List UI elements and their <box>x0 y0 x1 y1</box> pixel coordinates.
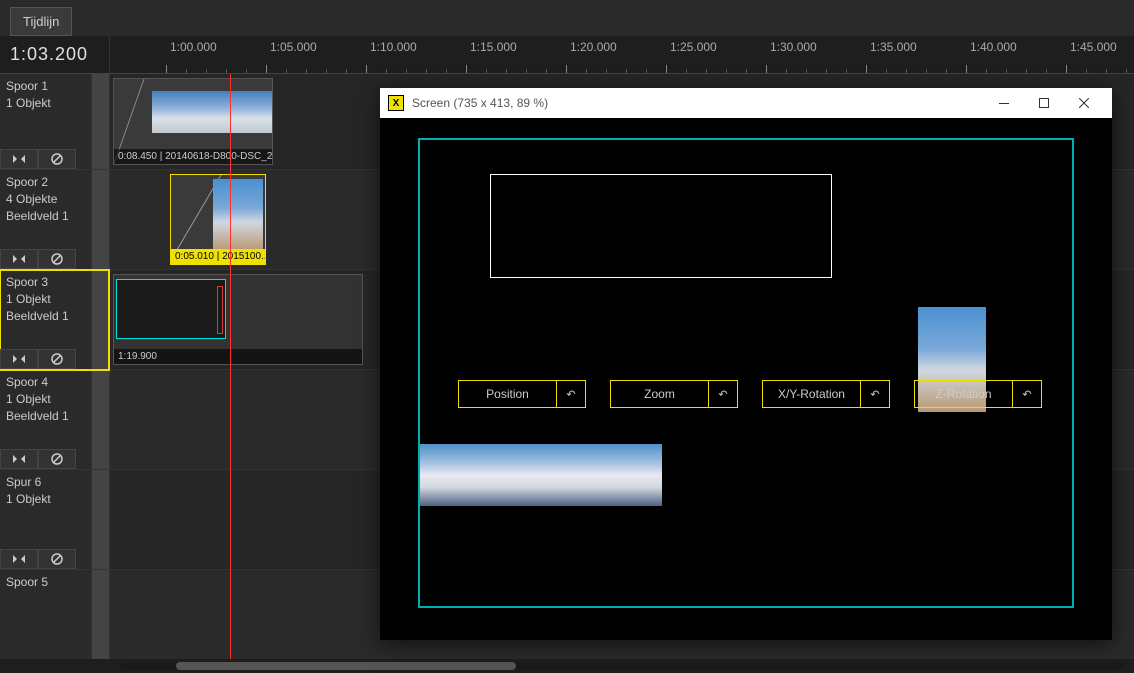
track-collapse-button[interactable] <box>0 549 38 569</box>
track-disable-button[interactable] <box>38 149 76 169</box>
track-disable-button[interactable] <box>38 549 76 569</box>
preview-canvas[interactable]: Position ↶ Zoom ↶ X/Y-Rotation ↶ Z-Rotat… <box>418 138 1074 608</box>
minimize-button[interactable] <box>984 88 1024 118</box>
scrollbar-thumb[interactable] <box>176 662 516 670</box>
track-disable-button[interactable] <box>38 449 76 469</box>
preview-window: X Screen (735 x 413, 89 %) Position ↶ Zo… <box>380 88 1112 640</box>
track-volume-slider[interactable] <box>91 570 109 659</box>
track-volume-slider[interactable] <box>91 74 109 169</box>
clip-track1[interactable]: 0:08.450 | 20140618-D800-DSC_2121 ... <box>113 78 273 165</box>
undo-icon[interactable]: ↶ <box>709 388 737 401</box>
track-info: Spoor 5 <box>0 570 91 659</box>
clip-track3[interactable]: 1:19.900 <box>113 274 363 365</box>
close-button[interactable] <box>1064 88 1104 118</box>
z-rotation-button[interactable]: Z-Rotation ↶ <box>914 380 1042 408</box>
clip-label: 0:05.010 | 2015100... <box>171 249 265 264</box>
track-collapse-button[interactable] <box>0 449 38 469</box>
track-header[interactable]: Spoor 31 ObjektBeeldveld 1 <box>0 270 109 370</box>
app-icon: X <box>388 95 404 111</box>
tab-timeline[interactable]: Tijdlijn <box>10 7 72 36</box>
track-disable-button[interactable] <box>38 349 76 369</box>
clip-label: 0:08.450 | 20140618-D800-DSC_2121 ... <box>114 149 272 164</box>
clip-label: 1:19.900 <box>114 349 362 364</box>
undo-icon[interactable]: ↶ <box>861 388 889 401</box>
track-collapse-button[interactable] <box>0 349 38 369</box>
maximize-button[interactable] <box>1024 88 1064 118</box>
preview-title: Screen (735 x 413, 89 %) <box>412 96 984 110</box>
zoom-button[interactable]: Zoom ↶ <box>610 380 738 408</box>
undo-icon[interactable]: ↶ <box>557 388 585 401</box>
track-collapse-button[interactable] <box>0 149 38 169</box>
track-header[interactable]: Spoor 41 ObjektBeeldveld 1 <box>0 370 109 470</box>
track-header[interactable]: Spoor 5 <box>0 570 109 659</box>
track-volume-slider[interactable] <box>91 470 109 569</box>
xy-rotation-button[interactable]: X/Y-Rotation ↶ <box>762 380 890 408</box>
track-header[interactable]: Spur 61 Objekt <box>0 470 109 570</box>
track-header[interactable]: Spoor 11 Objekt <box>0 74 109 170</box>
clip-track2[interactable]: 0:05.010 | 2015100... <box>170 174 266 265</box>
track-disable-button[interactable] <box>38 249 76 269</box>
preview-image-clouds[interactable] <box>420 444 662 506</box>
track-volume-slider[interactable] <box>91 270 109 369</box>
undo-icon[interactable]: ↶ <box>1013 388 1041 401</box>
track-volume-slider[interactable] <box>91 370 109 469</box>
time-ruler[interactable]: 1:00.0001:05.0001:10.0001:15.0001:20.000… <box>110 36 1134 73</box>
preview-titlebar[interactable]: X Screen (735 x 413, 89 %) <box>380 88 1112 118</box>
canvas-frame-inner <box>490 174 832 278</box>
position-button[interactable]: Position ↶ <box>458 380 586 408</box>
track-header[interactable]: Spoor 24 ObjekteBeeldveld 1 <box>0 170 109 270</box>
current-time-display: 1:03.200 <box>0 36 110 73</box>
horizontal-scrollbar[interactable] <box>120 662 1124 670</box>
track-collapse-button[interactable] <box>0 249 38 269</box>
playhead[interactable] <box>230 74 231 659</box>
track-volume-slider[interactable] <box>91 170 109 269</box>
